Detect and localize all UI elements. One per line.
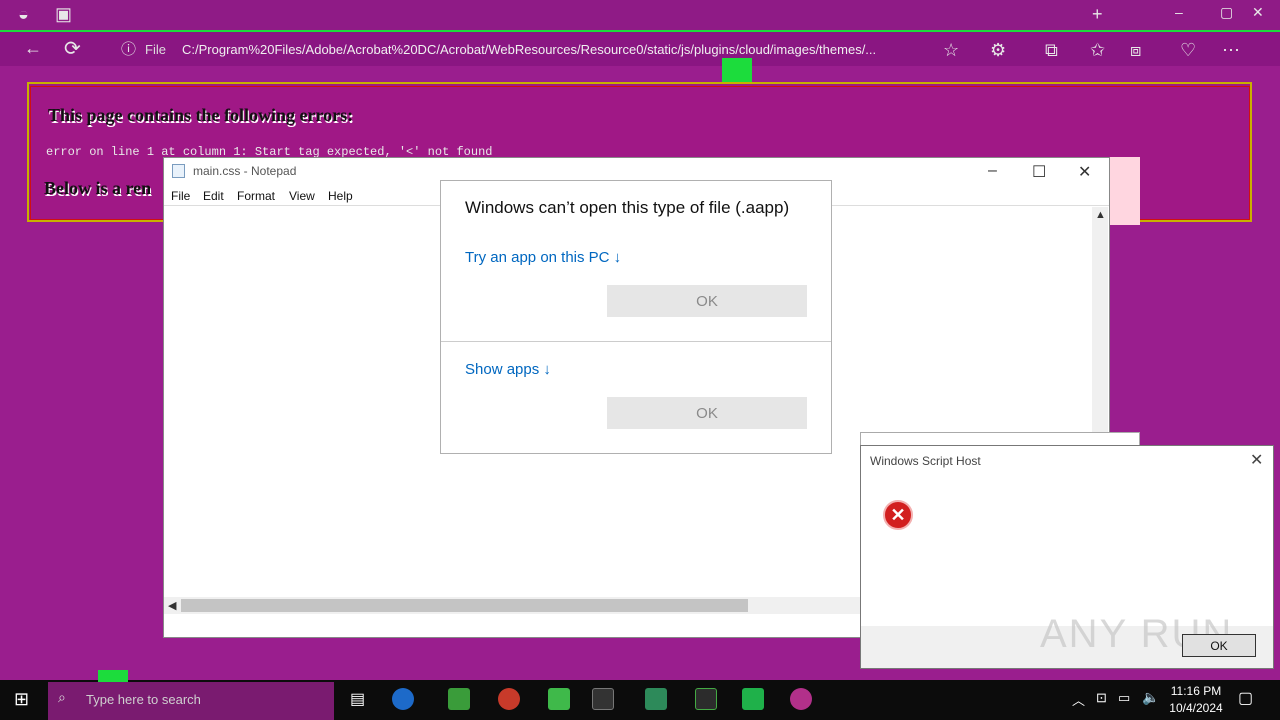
back-icon[interactable]: ← xyxy=(24,38,42,59)
maximize-icon[interactable]: ▢ xyxy=(1220,4,1235,21)
ok-button-2[interactable]: OK xyxy=(607,397,807,429)
menu-edit[interactable]: Edit xyxy=(203,189,224,203)
below-rendering-text: Below is a ren xyxy=(44,178,152,198)
favorite-star-icon[interactable]: ☆ xyxy=(943,40,959,61)
tab-strip-glitch: ◒ ▣ + – ▢ ✕ xyxy=(0,0,1280,32)
extensions-icon[interactable]: ⚙ xyxy=(990,40,1006,61)
refresh-icon[interactable]: ⟳ xyxy=(64,36,81,61)
app-icon-4[interactable] xyxy=(742,688,764,710)
error-title: This page contains the following errors: xyxy=(48,105,354,125)
notepad-icon xyxy=(172,164,185,178)
show-apps-link[interactable]: Show apps ↓ xyxy=(465,361,551,378)
app-icon-5[interactable] xyxy=(790,688,812,710)
dialog-separator xyxy=(441,341,831,342)
minimize-icon[interactable]: – xyxy=(1175,4,1185,20)
error-icon: ✕ xyxy=(883,500,913,530)
file-label: File xyxy=(145,42,166,57)
tray-chevron-icon[interactable]: ︿ xyxy=(1072,690,1085,709)
network-icon[interactable]: ▭ xyxy=(1118,690,1130,706)
address-input[interactable]: C:/Program%20Files/Adobe/Acrobat%20DC/Ac… xyxy=(182,42,942,62)
script-host-title: Windows Script Host xyxy=(870,454,981,468)
notepad-close-icon[interactable]: ✕ xyxy=(1078,162,1091,182)
notepad-minimize-icon[interactable]: – xyxy=(988,162,997,180)
menu-file[interactable]: File xyxy=(171,189,190,203)
volume-icon[interactable]: 🔈 xyxy=(1142,689,1159,706)
try-app-link[interactable]: Try an app on this PC ↓ xyxy=(465,249,621,266)
tray-app-icon[interactable]: ⊡ xyxy=(1096,690,1107,706)
horizontal-scroll-thumb[interactable] xyxy=(181,599,748,612)
windows-start-icon[interactable]: ⊞ xyxy=(14,689,29,710)
terminal-icon[interactable] xyxy=(592,688,614,710)
notifications-icon[interactable]: ▢ xyxy=(1238,688,1253,708)
search-icon: ⌕ xyxy=(58,689,66,705)
more-options-icon[interactable]: ⋯ xyxy=(1222,40,1240,61)
edge-icon[interactable] xyxy=(392,688,414,710)
menu-format[interactable]: Format xyxy=(237,189,275,203)
collections-icon[interactable]: ⧈ xyxy=(1130,40,1141,61)
notepad-maximize-icon[interactable]: ☐ xyxy=(1032,162,1046,182)
favorites-icon[interactable]: ✩ xyxy=(1090,40,1105,61)
search-placeholder[interactable]: Type here to search xyxy=(86,692,201,707)
clock-date: 10/4/2024 xyxy=(1169,701,1223,715)
notepad-title: main.css - Notepad xyxy=(193,164,297,178)
script-host-ok-button[interactable]: OK xyxy=(1182,634,1256,657)
browser-essentials-icon[interactable]: ♡ xyxy=(1180,40,1196,61)
browser-profile-icon[interactable]: ◒ xyxy=(18,4,31,25)
chrome-icon[interactable] xyxy=(498,688,520,710)
dialog-title: Windows can’t open this type of file (.a… xyxy=(465,198,790,217)
clock-time: 11:16 PM xyxy=(1170,684,1222,698)
ok-button-1[interactable]: OK xyxy=(607,285,807,317)
menu-view[interactable]: View xyxy=(289,189,315,203)
error-box-edge xyxy=(1108,157,1140,225)
script-host-shadow-window xyxy=(860,432,1140,446)
scroll-up-icon[interactable]: ▲ xyxy=(1095,209,1106,221)
split-screen-icon[interactable]: ⧉ xyxy=(1045,40,1058,61)
app-icon-2[interactable] xyxy=(645,688,667,710)
script-host-close-icon[interactable]: ✕ xyxy=(1250,450,1263,470)
info-icon: ⓘ xyxy=(121,41,137,58)
file-explorer-icon[interactable] xyxy=(448,688,470,710)
app-icon-3[interactable] xyxy=(695,688,717,710)
task-view-icon[interactable]: ▤ xyxy=(350,689,365,709)
menu-help[interactable]: Help xyxy=(328,189,353,203)
app-icon[interactable] xyxy=(548,688,570,710)
close-icon[interactable]: ✕ xyxy=(1252,4,1266,21)
tab-actions-icon[interactable]: ▣ xyxy=(55,4,74,25)
clock[interactable]: 11:16 PM 10/4/2024 xyxy=(1168,684,1224,715)
new-tab-icon[interactable]: + xyxy=(1092,4,1105,25)
scroll-left-icon[interactable]: ◀ xyxy=(168,599,176,612)
